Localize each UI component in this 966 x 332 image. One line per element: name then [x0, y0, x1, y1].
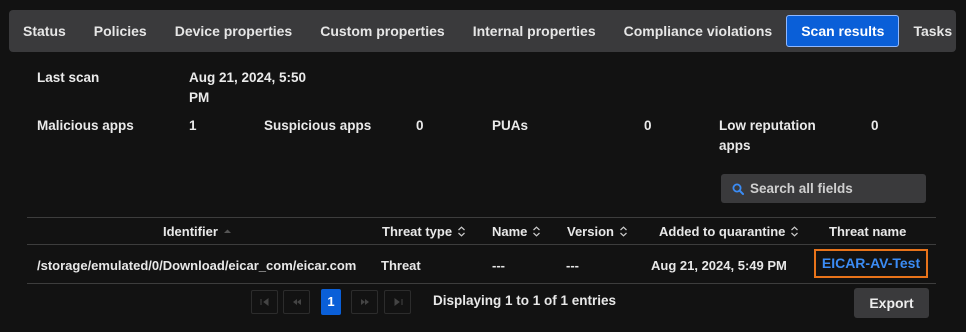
puas-value: 0: [644, 118, 652, 133]
tab-device-properties[interactable]: Device properties: [161, 15, 307, 47]
column-header-identifier[interactable]: Identifier: [163, 224, 232, 239]
last-page-button[interactable]: [384, 290, 411, 314]
column-header-label: Name: [492, 224, 528, 239]
suspicious-apps-value: 0: [416, 118, 424, 133]
low-reputation-apps-value: 0: [871, 118, 879, 133]
malicious-apps-label: Malicious apps: [37, 118, 134, 133]
sort-icon: [533, 226, 541, 237]
column-header-label: Threat name: [829, 224, 907, 239]
table-bottom-divider: [27, 283, 936, 284]
tab-status[interactable]: Status: [9, 15, 80, 47]
search-icon: [732, 183, 744, 195]
previous-page-icon: [292, 299, 301, 305]
malicious-apps-value: 1: [189, 118, 197, 133]
column-header-label: Identifier: [163, 224, 218, 239]
tab-compliance-violations[interactable]: Compliance violations: [610, 15, 787, 47]
cell-version: ---: [566, 258, 579, 273]
column-header-label: Version: [567, 224, 614, 239]
tab-tasks[interactable]: Tasks: [899, 15, 966, 47]
column-header-label: Added to quarantine: [659, 224, 786, 239]
cell-threat-type: Threat: [381, 258, 421, 273]
last-scan-label: Last scan: [37, 70, 100, 85]
cell-identifier: /storage/emulated/0/Download/eicar_com/e…: [37, 258, 357, 273]
tab-bar: Status Policies Device properties Custom…: [9, 10, 956, 52]
next-page-button[interactable]: [351, 290, 378, 314]
first-page-button[interactable]: [251, 290, 278, 314]
search-input[interactable]: [750, 181, 910, 196]
next-page-icon: [360, 299, 369, 305]
current-page-button[interactable]: 1: [321, 289, 341, 315]
last-page-icon: [394, 298, 402, 306]
suspicious-apps-label: Suspicious apps: [264, 118, 372, 133]
table-top-divider: [27, 217, 936, 218]
last-scan-value: Aug 21, 2024, 5:50: [189, 70, 307, 85]
column-header-threat-name[interactable]: Threat name: [829, 224, 906, 239]
sort-ascending-icon: [223, 229, 231, 233]
cell-name: ---: [492, 258, 505, 273]
sort-icon: [458, 226, 465, 237]
tab-internal-properties[interactable]: Internal properties: [459, 15, 610, 47]
table-header-divider: [27, 244, 936, 245]
sort-icon: [620, 226, 627, 237]
column-header-threat-type[interactable]: Threat type: [382, 224, 466, 239]
tab-scan-results[interactable]: Scan results: [786, 15, 900, 47]
low-reputation-apps-label: Low reputation: [719, 118, 816, 133]
column-header-version[interactable]: Version: [567, 224, 628, 239]
threat-name-link[interactable]: EICAR-AV-Test: [814, 249, 928, 278]
tab-custom-properties[interactable]: Custom properties: [306, 15, 458, 47]
puas-label: PUAs: [492, 118, 529, 133]
export-button[interactable]: Export: [854, 288, 929, 318]
column-header-label: Threat type: [382, 224, 453, 239]
entries-summary: Displaying 1 to 1 of 1 entries: [433, 293, 617, 308]
cell-added-to-quarantine: Aug 21, 2024, 5:49 PM: [651, 258, 787, 273]
low-reputation-apps-label-line2: apps: [719, 138, 751, 153]
tab-policies[interactable]: Policies: [80, 15, 161, 47]
first-page-icon: [260, 298, 268, 306]
column-header-name[interactable]: Name: [492, 224, 541, 239]
column-header-added-to-quarantine[interactable]: Added to quarantine: [659, 224, 799, 239]
last-scan-value-line2: PM: [189, 90, 210, 105]
sort-icon: [791, 226, 799, 237]
previous-page-button[interactable]: [283, 290, 310, 314]
search-box[interactable]: [721, 174, 926, 203]
